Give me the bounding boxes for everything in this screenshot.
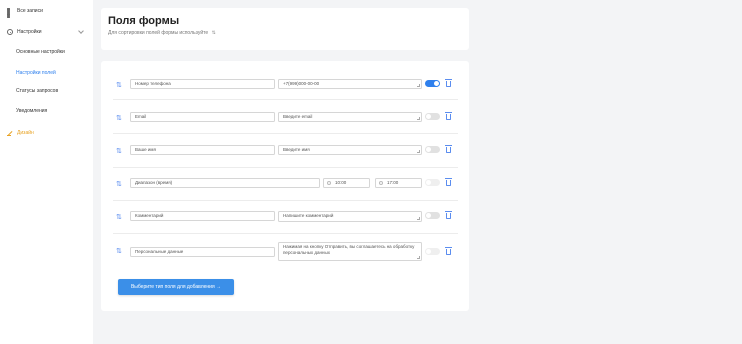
field-placeholder-input[interactable]: Введите email	[278, 112, 422, 122]
resize-handle-icon[interactable]	[417, 150, 420, 153]
resize-handle-icon[interactable]	[417, 256, 420, 259]
add-field-button[interactable]: Выберите тип поля для добавления →	[118, 279, 234, 295]
gear-icon	[7, 29, 13, 35]
placeholder-text: Нажимая на кнопку Отправить, вы соглашае…	[283, 244, 415, 255]
pencil-icon	[7, 130, 13, 136]
field-placeholder-input[interactable]: Напишите комментарий	[278, 211, 422, 222]
field-row: ⇅ Диапазон (время) 10:00 17:00	[113, 177, 458, 194]
field-placeholder-input[interactable]: Введите имя	[278, 145, 422, 155]
sidebar-item-label: Все записи	[17, 8, 43, 14]
field-placeholder-input[interactable]: Нажимая на кнопку Отправить, вы соглашае…	[278, 242, 422, 261]
field-name-input[interactable]: Персональные данные	[130, 247, 275, 257]
grid-icon	[7, 8, 13, 18]
placeholder-text: Напишите комментарий	[283, 213, 334, 218]
sidebar-item-label: Дизайн	[17, 130, 34, 136]
drag-handle-icon[interactable]: ⇅	[116, 214, 124, 222]
resize-handle-icon[interactable]	[417, 84, 420, 87]
field-name-input[interactable]: Email	[130, 112, 275, 122]
sidebar-subitem-notifications[interactable]: Уведомления	[16, 108, 47, 114]
page-title: Поля формы	[108, 15, 180, 27]
field-placeholder-input[interactable]: +7(999)000-00-00	[278, 79, 422, 89]
time-from-input[interactable]: 10:00	[323, 178, 370, 188]
required-toggle[interactable]	[425, 248, 440, 255]
required-toggle[interactable]	[425, 113, 440, 120]
field-row: ⇅ Ваше имя Введите имя	[113, 144, 458, 161]
divider	[113, 233, 458, 234]
required-toggle[interactable]	[425, 146, 440, 153]
time-to-input[interactable]: 17:00	[375, 178, 422, 188]
time-from-value: 10:00	[335, 180, 347, 185]
field-row: ⇅ Комментарий Напишите комментарий	[113, 210, 458, 227]
sidebar-subitem-fields[interactable]: Настройки полей	[16, 70, 56, 76]
sidebar-item-settings[interactable]: Настройки	[7, 27, 42, 37]
drag-handle-icon[interactable]: ⇅	[116, 181, 124, 189]
field-row: ⇅ Email Введите email	[113, 111, 458, 128]
drag-handle-icon[interactable]: ⇅	[116, 148, 124, 156]
trash-icon[interactable]	[445, 178, 452, 186]
clock-icon	[327, 180, 331, 185]
sidebar-item-all-records[interactable]: Все записи	[7, 6, 43, 18]
field-row: ⇅ Персональные данные Нажимая на кнопку …	[113, 242, 458, 262]
sidebar: Все записи Настройки Основные настройки …	[0, 0, 93, 344]
divider	[113, 167, 458, 168]
sidebar-subitem-basic[interactable]: Основные настройки	[16, 49, 65, 55]
trash-icon[interactable]	[445, 145, 452, 153]
required-toggle[interactable]	[425, 80, 440, 87]
divider	[113, 99, 458, 100]
required-toggle[interactable]	[425, 212, 440, 219]
field-row: ⇅ Номер телефона +7(999)000-00-00	[113, 78, 458, 95]
drag-handle-icon: ⇅	[211, 30, 216, 36]
trash-icon[interactable]	[445, 247, 452, 255]
header-card: Поля формы Для сортировки полей формы ис…	[101, 8, 469, 50]
field-name-input[interactable]: Комментарий	[130, 211, 275, 221]
time-to-value: 17:00	[387, 180, 399, 185]
field-name-input[interactable]: Ваше имя	[130, 145, 275, 155]
divider	[113, 200, 458, 201]
trash-icon[interactable]	[445, 79, 452, 87]
drag-handle-icon[interactable]: ⇅	[116, 248, 124, 256]
divider	[113, 133, 458, 134]
field-name-input[interactable]: Номер телефона	[130, 79, 275, 89]
page-subtitle: Для сортировки полей формы используйте ⇅	[108, 30, 216, 36]
drag-handle-icon[interactable]: ⇅	[116, 115, 124, 123]
placeholder-text: Введите email	[283, 114, 313, 119]
placeholder-text: +7(999)000-00-00	[283, 81, 320, 86]
trash-icon[interactable]	[445, 112, 452, 120]
field-name-input[interactable]: Диапазон (время)	[130, 178, 320, 188]
placeholder-text: Введите имя	[283, 147, 310, 152]
chevron-down-icon[interactable]	[78, 28, 84, 34]
sidebar-subitem-statuses[interactable]: Статусы запросов	[16, 88, 58, 94]
resize-handle-icon[interactable]	[417, 217, 420, 220]
required-toggle[interactable]	[425, 179, 440, 186]
sidebar-item-label: Настройки	[17, 29, 42, 35]
subtitle-text: Для сортировки полей формы используйте	[108, 30, 209, 36]
drag-handle-icon[interactable]: ⇅	[116, 82, 124, 90]
clock-icon	[379, 180, 383, 185]
sidebar-item-design[interactable]: Дизайн	[7, 128, 34, 138]
form-fields-card: ⇅ Номер телефона +7(999)000-00-00 ⇅ Emai…	[101, 61, 469, 311]
trash-icon[interactable]	[445, 211, 452, 219]
resize-handle-icon[interactable]	[417, 117, 420, 120]
